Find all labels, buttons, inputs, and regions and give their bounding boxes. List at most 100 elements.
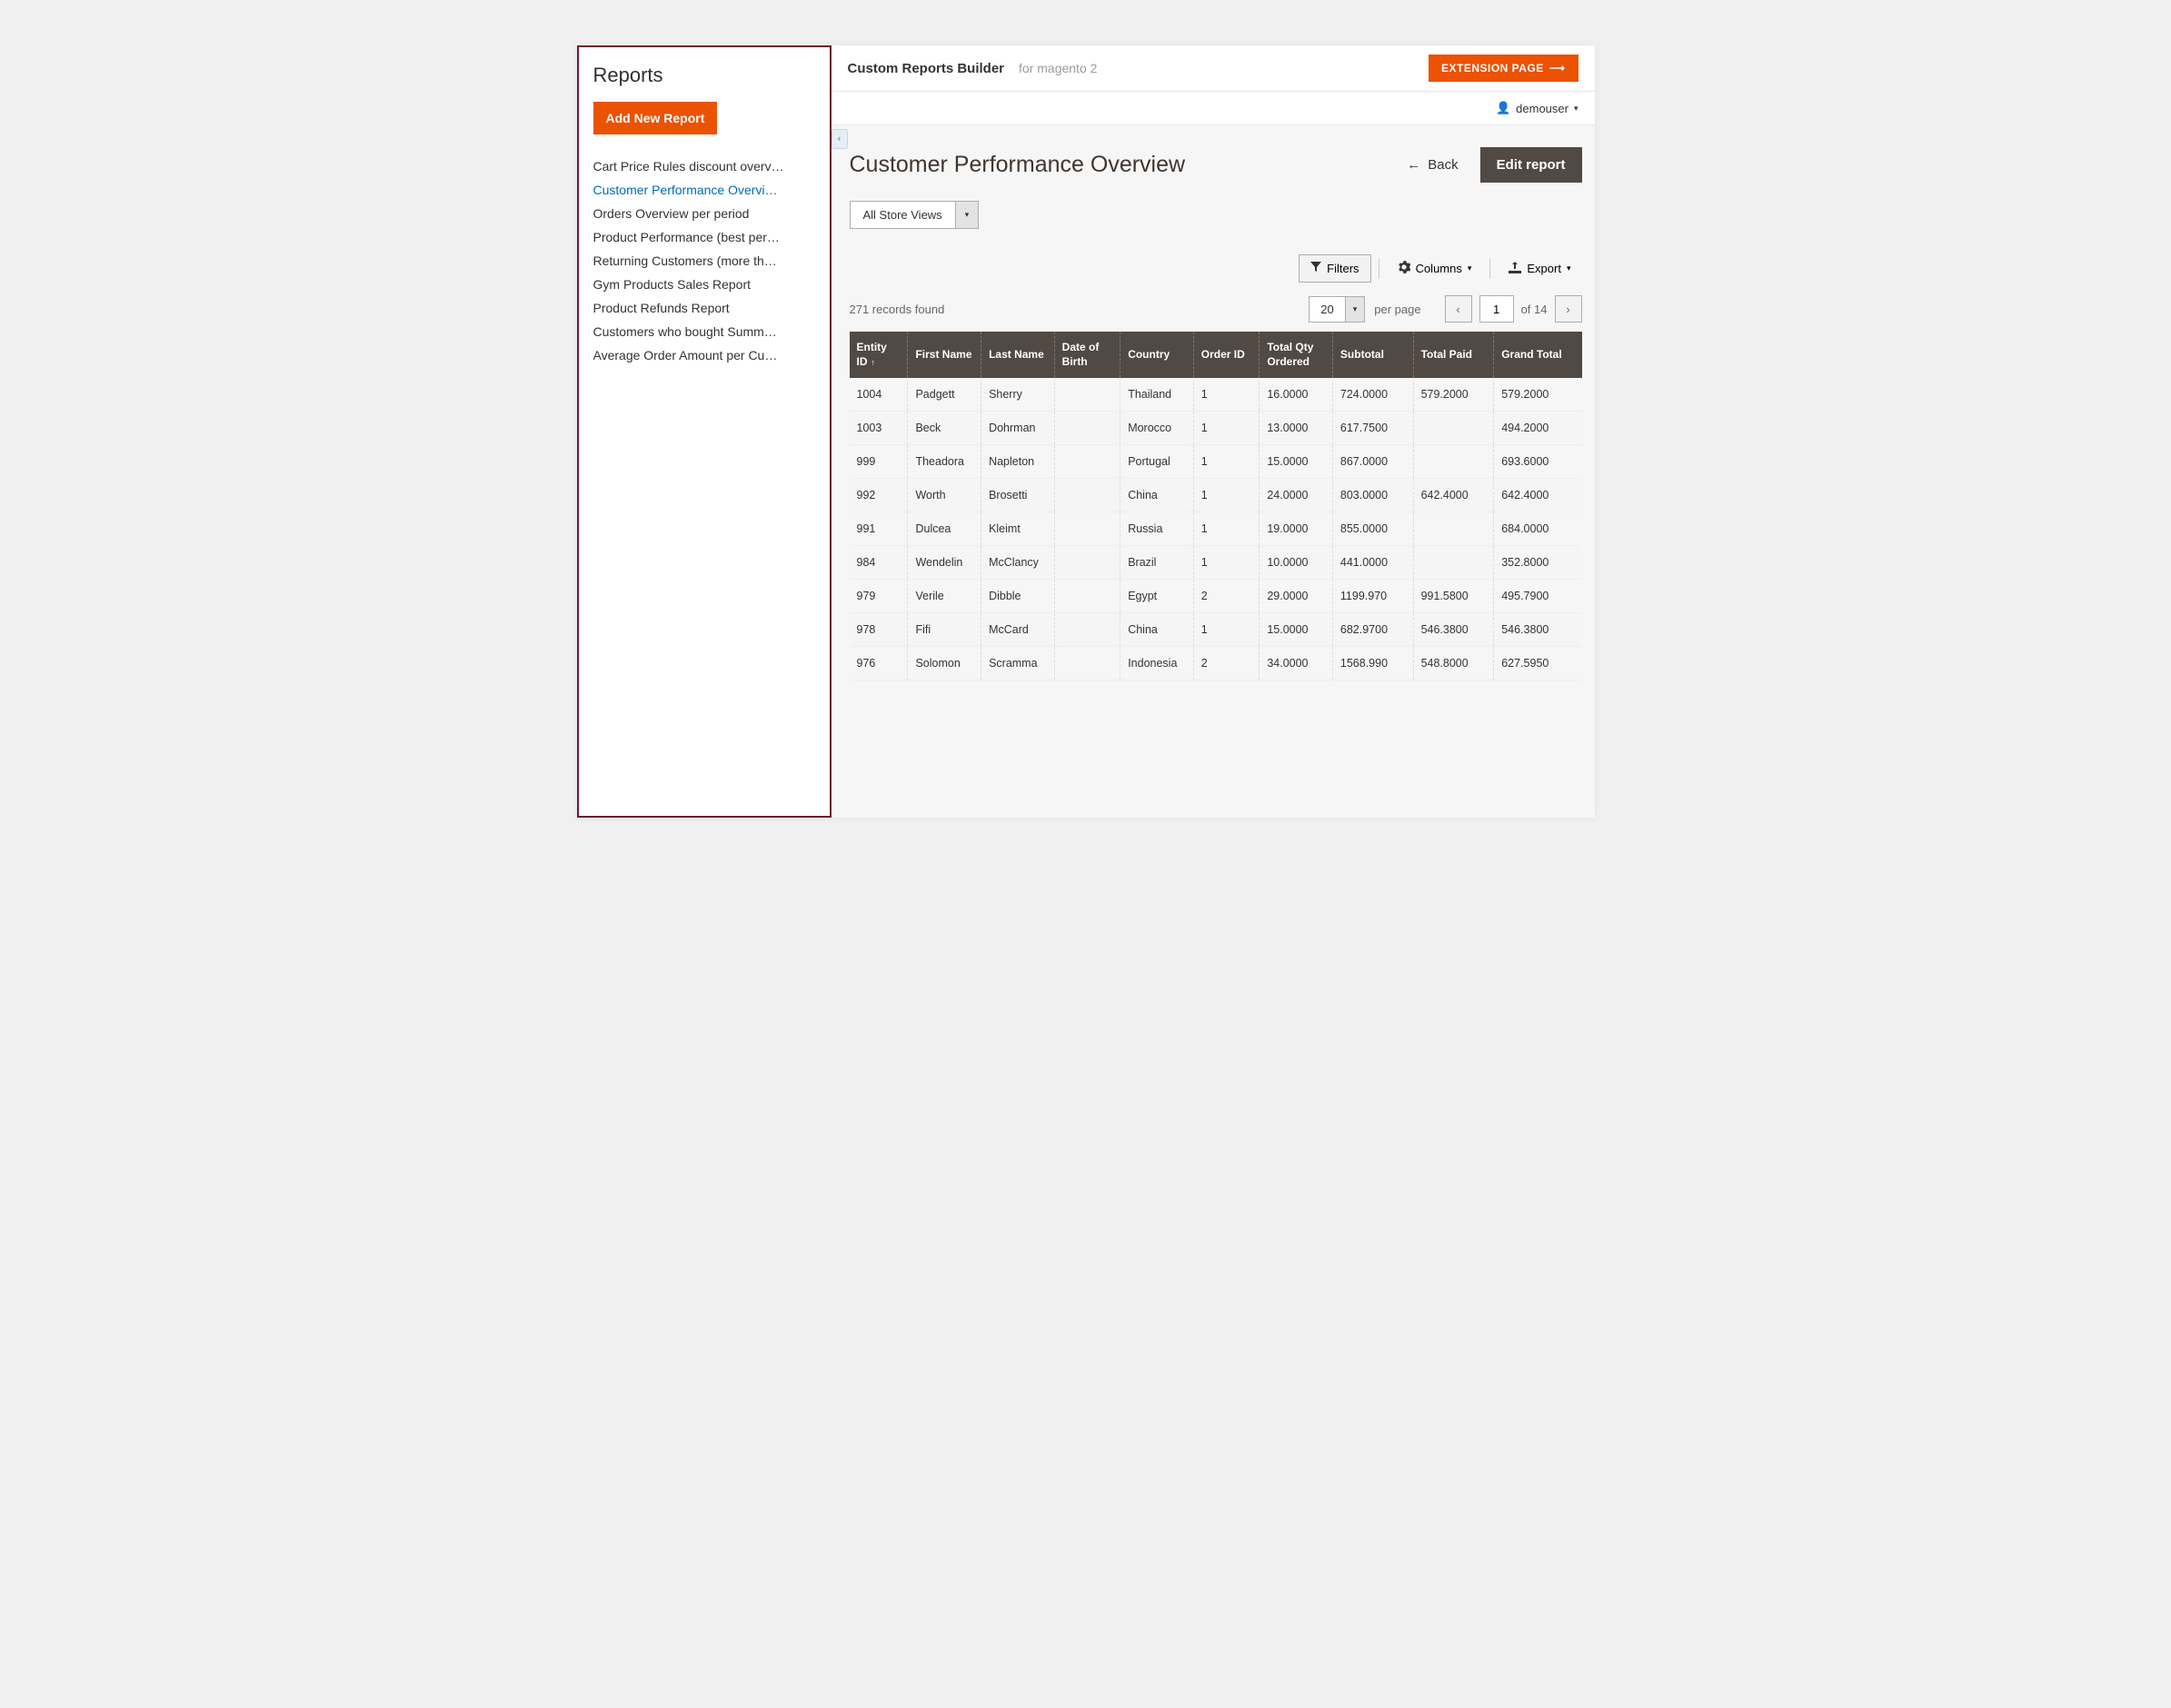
page-size-value: 20 — [1310, 297, 1344, 322]
column-header[interactable]: Total Paid — [1413, 332, 1494, 378]
table-cell: 803.0000 — [1332, 479, 1413, 512]
table-cell: Beck — [908, 412, 981, 445]
column-header[interactable]: Last Name — [981, 332, 1055, 378]
report-list-item[interactable]: Product Performance (best per… — [593, 225, 815, 249]
report-list-item[interactable]: Customer Performance Overvi… — [593, 178, 815, 202]
table-cell: 855.0000 — [1332, 512, 1413, 546]
table-cell: 24.0000 — [1260, 479, 1333, 512]
table-cell: Solomon — [908, 647, 981, 680]
edit-report-button[interactable]: Edit report — [1480, 147, 1582, 183]
extension-page-button[interactable]: EXTENSION PAGE ⟶ — [1429, 55, 1578, 82]
table-cell: 15.0000 — [1260, 613, 1333, 647]
table-cell: 16.0000 — [1260, 378, 1333, 412]
table-cell: Indonesia — [1120, 647, 1194, 680]
table-cell: Theadora — [908, 445, 981, 479]
separator — [1489, 259, 1490, 279]
add-new-report-button[interactable]: Add New Report — [593, 102, 718, 134]
report-list: Cart Price Rules discount overv…Customer… — [593, 154, 815, 367]
report-list-item[interactable]: Gym Products Sales Report — [593, 273, 815, 296]
report-list-item[interactable]: Average Order Amount per Cu… — [593, 343, 815, 367]
table-cell: 999 — [850, 445, 908, 479]
store-view-select[interactable]: All Store Views ▾ — [850, 201, 980, 229]
column-header[interactable]: Grand Total — [1494, 332, 1582, 378]
export-button[interactable]: Export ▾ — [1498, 255, 1581, 283]
table-row[interactable]: 979VerileDibbleEgypt229.00001199.970991.… — [850, 580, 1582, 613]
table-cell: 34.0000 — [1260, 647, 1333, 680]
table-cell: Dibble — [981, 580, 1055, 613]
table-cell: Verile — [908, 580, 981, 613]
table-cell — [1054, 479, 1120, 512]
column-header[interactable]: Total Qty Ordered — [1260, 332, 1333, 378]
report-list-item[interactable]: Returning Customers (more th… — [593, 249, 815, 273]
table-cell: 579.2000 — [1413, 378, 1494, 412]
export-icon — [1509, 262, 1521, 276]
table-cell: 724.0000 — [1332, 378, 1413, 412]
table-cell: Brazil — [1120, 546, 1194, 580]
column-header[interactable]: Subtotal — [1332, 332, 1413, 378]
table-row[interactable]: 991DulceaKleimtRussia119.0000855.0000684… — [850, 512, 1582, 546]
table-cell: 627.5950 — [1494, 647, 1582, 680]
table-row[interactable]: 984WendelinMcClancyBrazil110.0000441.000… — [850, 546, 1582, 580]
column-header[interactable]: Country — [1120, 332, 1194, 378]
extension-page-label: EXTENSION PAGE — [1441, 62, 1544, 74]
caret-down-icon: ▾ — [1574, 104, 1578, 114]
column-header[interactable]: Order ID — [1193, 332, 1260, 378]
report-list-item[interactable]: Product Refunds Report — [593, 296, 815, 320]
prev-page-button[interactable]: ‹ — [1445, 295, 1472, 323]
table-row[interactable]: 999TheadoraNapletonPortugal115.0000867.0… — [850, 445, 1582, 479]
table-cell: 1 — [1193, 412, 1260, 445]
table-cell: 642.4000 — [1413, 479, 1494, 512]
table-cell: McClancy — [981, 546, 1055, 580]
table-cell: 29.0000 — [1260, 580, 1333, 613]
chevron-left-icon: ‹ — [1456, 303, 1459, 316]
page-number-input[interactable] — [1479, 295, 1514, 323]
per-page-label: per page — [1374, 303, 1420, 316]
export-label: Export — [1527, 262, 1561, 275]
table-cell: Padgett — [908, 378, 981, 412]
table-row[interactable]: 992WorthBrosettiChina124.0000803.0000642… — [850, 479, 1582, 512]
table-cell: Brosetti — [981, 479, 1055, 512]
table-cell: Wendelin — [908, 546, 981, 580]
next-page-button[interactable]: › — [1555, 295, 1582, 323]
sidebar-collapse-handle[interactable]: ‹ — [832, 129, 848, 149]
page-of-label: of 14 — [1521, 303, 1548, 316]
filters-button[interactable]: Filters — [1299, 254, 1370, 283]
arrow-right-icon: ⟶ — [1549, 62, 1566, 74]
table-cell: 979 — [850, 580, 908, 613]
table-cell — [1054, 412, 1120, 445]
table-cell: 494.2000 — [1494, 412, 1582, 445]
table-cell: 1199.970 — [1332, 580, 1413, 613]
table-cell: 991 — [850, 512, 908, 546]
table-row[interactable]: 976SolomonScrammaIndonesia234.00001568.9… — [850, 647, 1582, 680]
report-list-item[interactable]: Cart Price Rules discount overv… — [593, 154, 815, 178]
table-row[interactable]: 978FifiMcCardChina115.0000682.9700546.38… — [850, 613, 1582, 647]
table-cell: 1 — [1193, 546, 1260, 580]
table-cell: 546.3800 — [1413, 613, 1494, 647]
table-cell: 984 — [850, 546, 908, 580]
caret-down-icon: ▾ — [1567, 263, 1571, 273]
table-cell: Thailand — [1120, 378, 1194, 412]
column-header[interactable]: Entity ID↑ — [850, 332, 908, 378]
page-size-select[interactable]: 20 ▾ — [1309, 296, 1365, 323]
columns-button[interactable]: Columns ▾ — [1387, 254, 1483, 283]
table-cell: Portugal — [1120, 445, 1194, 479]
report-list-item[interactable]: Customers who bought Summ… — [593, 320, 815, 343]
table-cell — [1413, 412, 1494, 445]
reports-sidebar: Reports Add New Report Cart Price Rules … — [577, 45, 832, 818]
column-header[interactable]: First Name — [908, 332, 981, 378]
table-row[interactable]: 1003BeckDohrmanMorocco113.0000617.750049… — [850, 412, 1582, 445]
header-row: Entity ID↑First NameLast NameDate of Bir… — [850, 332, 1582, 378]
back-button[interactable]: ← Back — [1394, 150, 1470, 180]
user-bar[interactable]: 👤 demouser ▾ — [832, 92, 1595, 125]
table-cell: 10.0000 — [1260, 546, 1333, 580]
table-cell: Morocco — [1120, 412, 1194, 445]
table-cell: 495.7900 — [1494, 580, 1582, 613]
table-cell: Egypt — [1120, 580, 1194, 613]
table-cell: 867.0000 — [1332, 445, 1413, 479]
column-header[interactable]: Date of Birth — [1054, 332, 1120, 378]
report-list-item[interactable]: Orders Overview per period — [593, 202, 815, 225]
gear-icon — [1398, 261, 1410, 276]
table-cell: 15.0000 — [1260, 445, 1333, 479]
table-row[interactable]: 1004PadgettSherryThailand116.0000724.000… — [850, 378, 1582, 412]
table-cell: Sherry — [981, 378, 1055, 412]
